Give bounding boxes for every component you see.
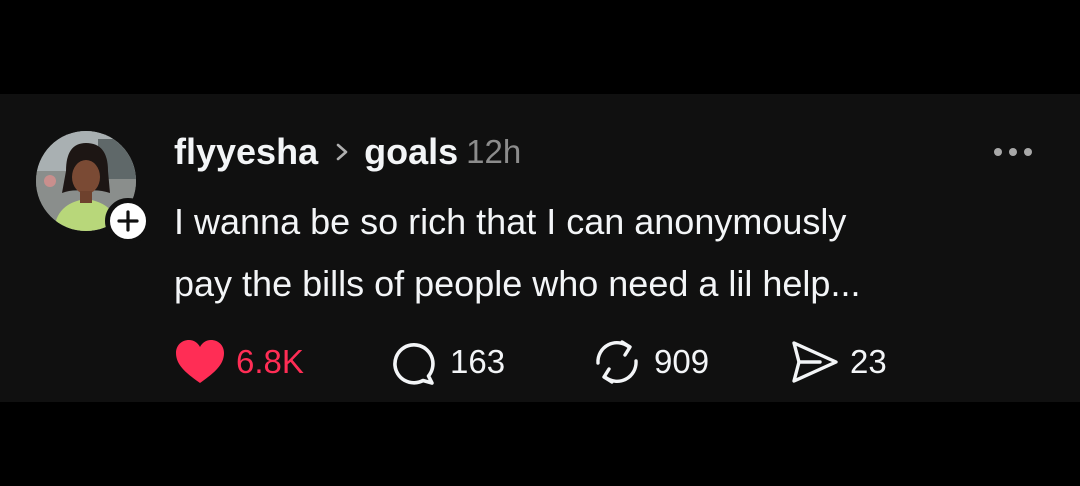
topic-tag[interactable]: goals — [364, 131, 458, 173]
reply-count: 163 — [450, 343, 506, 380]
like-count: 6.8K — [236, 343, 304, 380]
chevron-right-icon — [334, 141, 350, 163]
post-text-line: I wanna be so rich that I can anonymousl… — [174, 201, 847, 242]
send-icon — [792, 341, 838, 383]
reply-button[interactable]: 163 — [388, 334, 505, 390]
share-count: 23 — [850, 343, 887, 380]
post-body: I wanna be so rich that I can anonymousl… — [174, 191, 1054, 315]
ellipsis-icon — [994, 148, 1032, 156]
speech-bubble-icon — [393, 343, 435, 385]
action-bar: 6.8K 163 909 23 — [0, 334, 1080, 390]
repost-icon — [596, 340, 638, 384]
like-button[interactable]: 6.8K — [174, 334, 304, 390]
follow-button[interactable] — [105, 198, 151, 244]
more-options-button[interactable] — [992, 144, 1034, 160]
post-header: flyyesha goals 12h — [174, 128, 521, 176]
repost-button[interactable]: 909 — [590, 334, 709, 390]
share-button[interactable]: 23 — [790, 334, 887, 390]
repost-count: 909 — [654, 343, 710, 380]
heart-filled-icon — [176, 340, 224, 383]
thread-post: flyyesha goals 12h I wanna be so rich th… — [0, 94, 1080, 402]
post-timestamp: 12h — [466, 133, 522, 170]
post-text-line: pay the bills of people who need a lil h… — [174, 263, 861, 304]
plus-icon — [117, 210, 139, 232]
author-username[interactable]: flyyesha — [174, 131, 318, 173]
